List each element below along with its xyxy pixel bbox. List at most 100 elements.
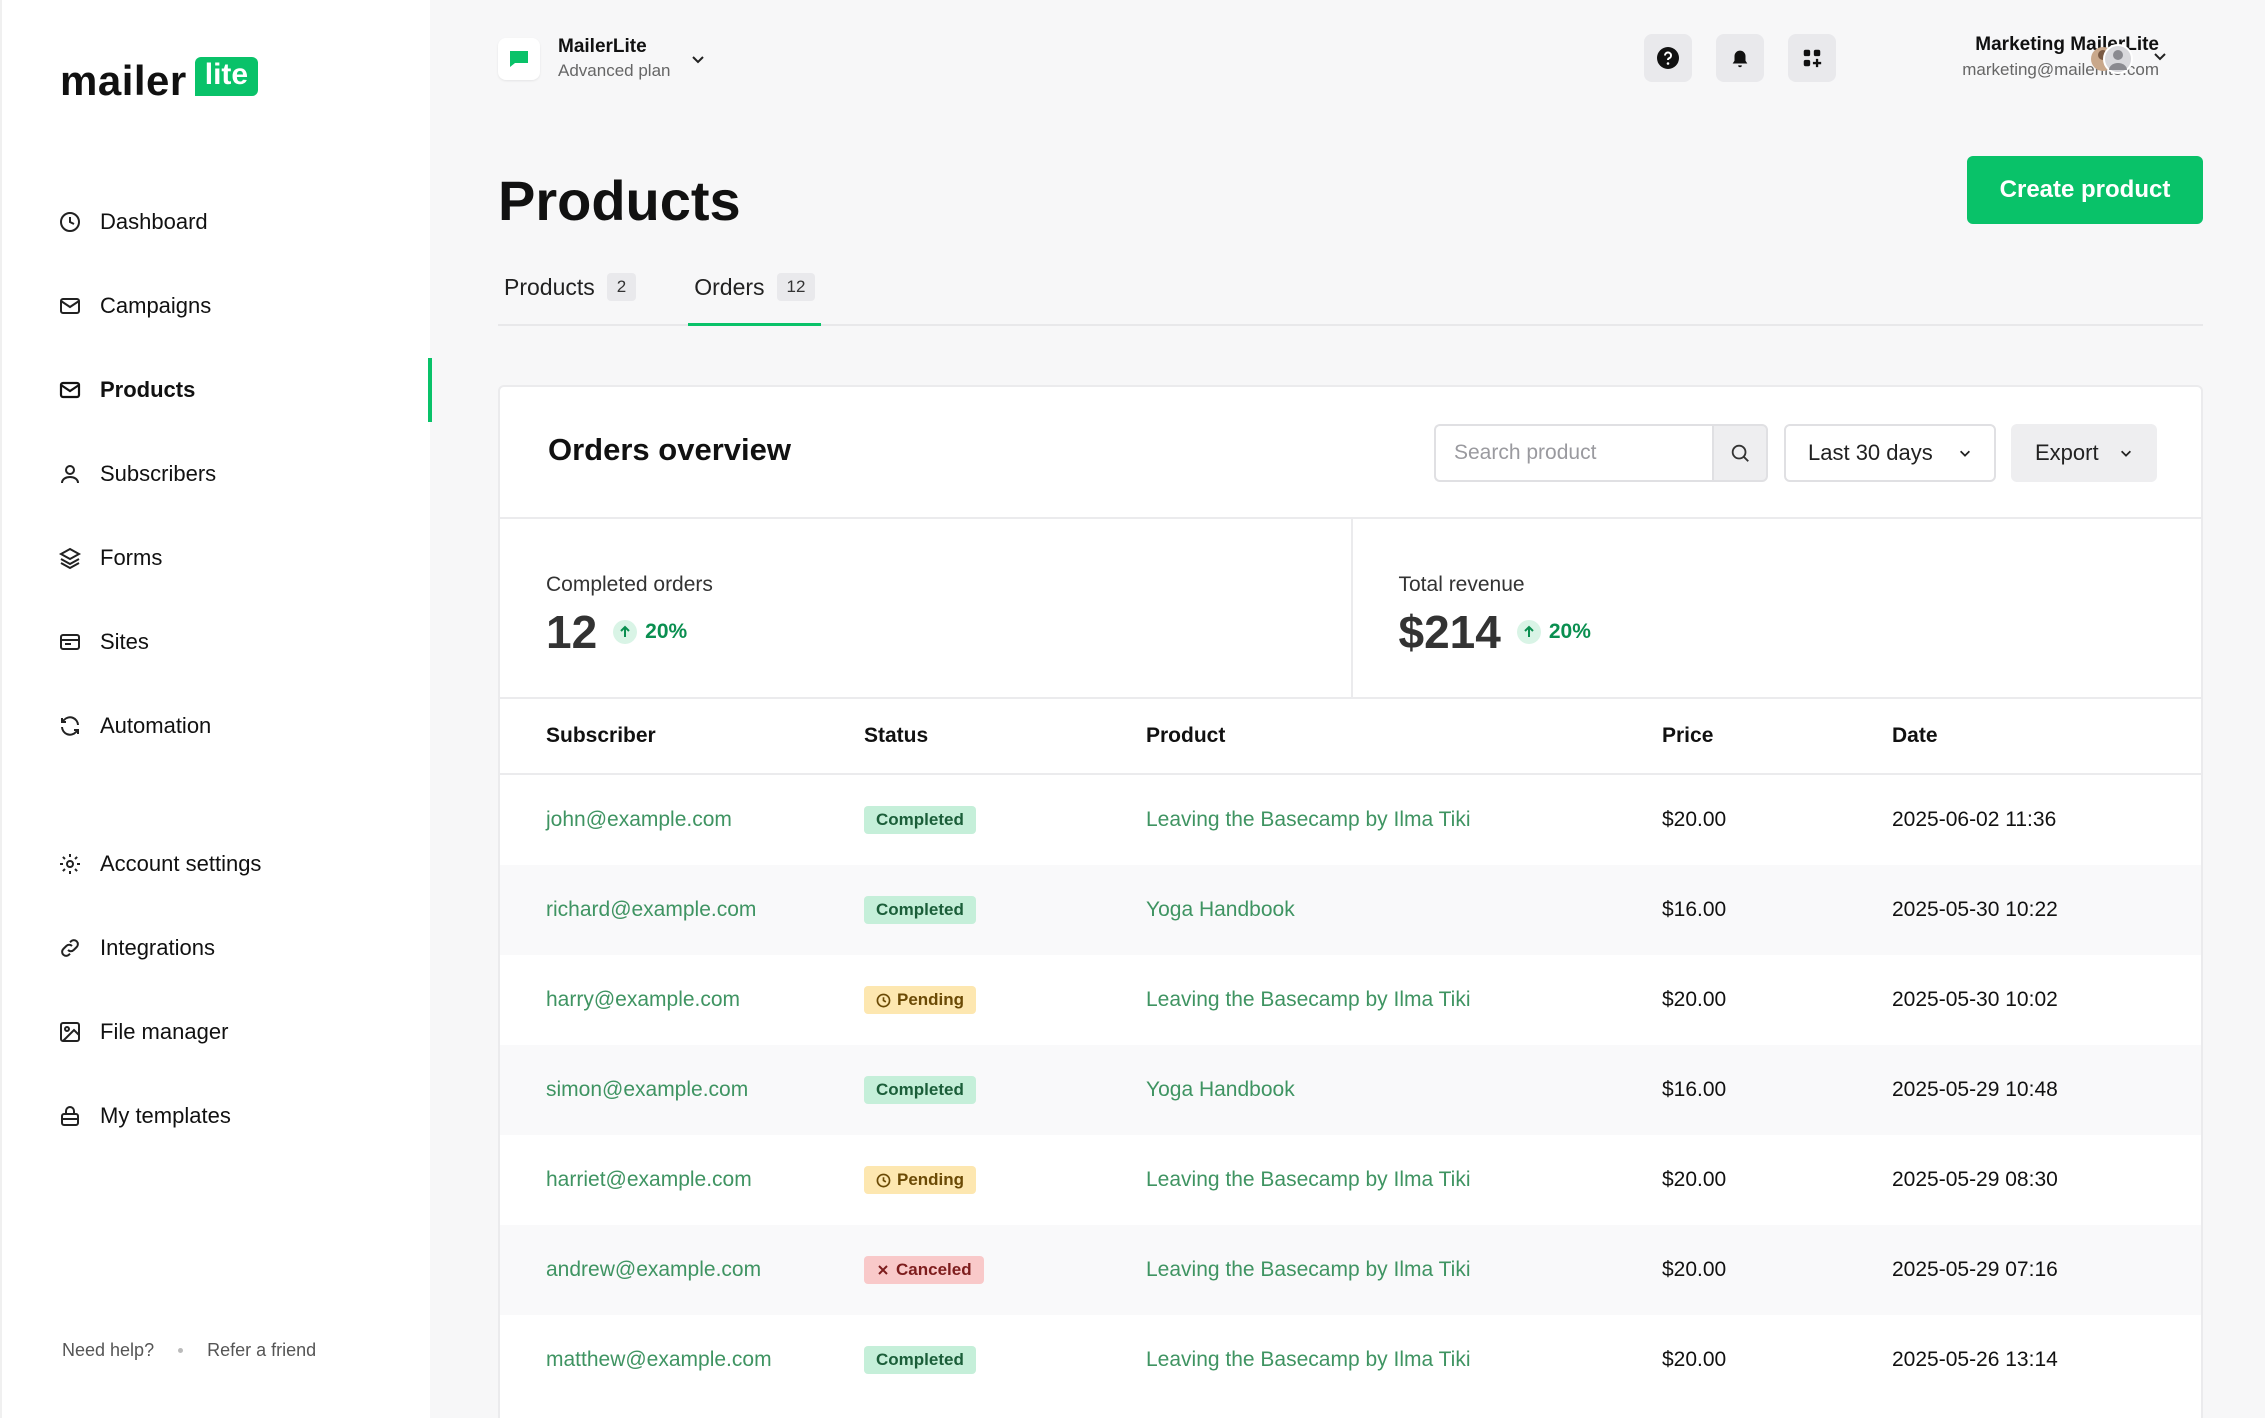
price-cell: $16.00 (1662, 898, 1727, 921)
clock-icon (876, 993, 891, 1007)
table-row[interactable]: harriet@example.com Pending Leaving the … (500, 1135, 2201, 1225)
sidebar-nav: Dashboard Campaigns Products Subscribers… (58, 180, 432, 1158)
separator-dot (178, 1348, 184, 1353)
product-link[interactable]: Leaving the Basecamp by Ilma Tiki (1146, 1348, 1662, 1372)
apps-button[interactable] (1788, 34, 1836, 82)
status-cell: Completed (864, 1076, 1146, 1104)
product-link[interactable]: Leaving the Basecamp by Ilma Tiki (1146, 1258, 1662, 1282)
arrow-up-icon (613, 620, 638, 644)
tabs: Products 2 Orders 12 (498, 250, 2203, 326)
table-row[interactable]: harry@example.com Pending Leaving the Ba… (500, 955, 2201, 1045)
chat-flag-icon (510, 50, 528, 67)
table-row[interactable]: simon@example.com Completed Yoga Handboo… (500, 1045, 2201, 1135)
subscriber-email[interactable]: andrew@example.com (500, 1258, 864, 1282)
subscriber-email[interactable]: richard@example.com (500, 898, 864, 922)
card-header: Orders overview Last 30 days Export (500, 387, 2201, 519)
subscriber-email[interactable]: matthew@example.com (500, 1348, 864, 1372)
column-header-date[interactable]: Date (1892, 724, 2201, 748)
tab-label: Products (504, 273, 595, 300)
date-cell: 2025-05-30 10:22 (1892, 898, 2058, 921)
refer-friend-link[interactable]: Refer a friend (207, 1340, 316, 1361)
sidebar-item-account-settings[interactable]: Account settings (58, 822, 432, 906)
refresh-icon (61, 716, 79, 736)
layers-icon (58, 547, 82, 570)
search-input[interactable] (1434, 424, 1712, 482)
subscriber-email[interactable]: harry@example.com (500, 988, 864, 1012)
status-badge: Completed (864, 896, 976, 924)
sidebar-item-file-manager[interactable]: File manager (58, 990, 432, 1074)
stat-values: $214 20% (1399, 605, 1591, 659)
logo-badge: lite (194, 57, 259, 96)
page-title: Products (498, 169, 741, 232)
sidebar-item-dashboard[interactable]: Dashboard (58, 180, 432, 264)
date-cell: 2025-05-26 13:14 (1892, 1348, 2058, 1371)
sidebar-item-label: My templates (100, 1103, 231, 1128)
product-link[interactable]: Leaving the Basecamp by Ilma Tiki (1146, 808, 1662, 832)
sidebar-item-subscribers[interactable]: Subscribers (58, 432, 432, 516)
top-icon-bar (1644, 34, 1860, 82)
subscriber-email[interactable]: john@example.com (500, 808, 864, 832)
avatar[interactable] (2090, 42, 2134, 76)
price-cell: $20.00 (1662, 1348, 1727, 1371)
sidebar-item-my-templates[interactable]: My templates (58, 1074, 432, 1158)
account-info: MailerLite Advanced plan (558, 36, 670, 81)
notifications-button[interactable] (1716, 34, 1764, 82)
search-box (1434, 424, 1768, 482)
status-badge: Completed (864, 1346, 976, 1374)
column-header-product[interactable]: Product (1146, 724, 1662, 748)
mailerlite-logo[interactable]: mailer lite (60, 57, 259, 104)
product-link[interactable]: Yoga Handbook (1146, 898, 1662, 922)
export-button[interactable]: Export (2011, 424, 2157, 482)
stat-value: 12 (546, 606, 598, 658)
table-row[interactable]: john@example.com Completed Leaving the B… (500, 775, 2201, 865)
sidebar-item-automation[interactable]: Automation (58, 684, 432, 768)
account-icon (498, 37, 540, 80)
tab-products[interactable]: Products 2 (498, 250, 642, 324)
subscriber-email[interactable]: harriet@example.com (500, 1168, 864, 1192)
column-header-price[interactable]: Price (1662, 724, 1892, 748)
status-text: Canceled (896, 1260, 972, 1279)
image-icon (60, 1022, 80, 1042)
stat-values: 12 20% (546, 605, 687, 659)
need-help-link[interactable]: Need help? (62, 1340, 154, 1361)
product-link[interactable]: Yoga Handbook (1146, 1078, 1662, 1102)
sidebar-item-campaigns[interactable]: Campaigns (58, 264, 432, 348)
account-switcher[interactable]: MailerLite Advanced plan (498, 36, 706, 81)
account-name: MailerLite (558, 36, 647, 57)
sidebar-item-sites[interactable]: Sites (58, 600, 432, 684)
product-link[interactable]: Leaving the Basecamp by Ilma Tiki (1146, 988, 1662, 1012)
tab-orders[interactable]: Orders 12 (688, 250, 822, 326)
table-row[interactable]: richard@example.com Completed Yoga Handb… (500, 865, 2201, 955)
sidebar-item-integrations[interactable]: Integrations (58, 906, 432, 990)
date-cell: 2025-05-29 08:30 (1892, 1168, 2058, 1191)
user-icon (61, 465, 79, 484)
stat-label: Total revenue (1398, 573, 1525, 596)
mail-icon (59, 381, 81, 399)
help-button[interactable] (1644, 34, 1692, 82)
question-icon (1657, 47, 1679, 69)
sidebar-item-products[interactable]: Products (58, 348, 432, 432)
create-product-button[interactable]: Create product (1967, 156, 2203, 224)
chevron-down-icon[interactable] (2152, 48, 2168, 64)
status-cell: Pending (864, 1166, 1146, 1194)
product-link[interactable]: Leaving the Basecamp by Ilma Tiki (1146, 1168, 1662, 1192)
status-badge: Pending (864, 1166, 977, 1194)
column-header-subscriber[interactable]: Subscriber (500, 724, 864, 748)
status-badge: Completed (864, 1076, 976, 1104)
logo-text: mailer (60, 57, 187, 104)
stat-delta-value: 20% (1548, 620, 1591, 643)
date-cell: 2025-06-02 11:36 (1892, 808, 2057, 831)
search-icon (1731, 444, 1749, 462)
table-row[interactable]: andrew@example.com Canceled Leaving the … (500, 1225, 2201, 1315)
table-row[interactable]: matthew@example.com Completed Leaving th… (500, 1315, 2201, 1405)
date-range-select[interactable]: Last 30 days (1784, 424, 1996, 482)
search-button[interactable] (1712, 424, 1768, 482)
column-header-status[interactable]: Status (864, 724, 1146, 748)
subscriber-email[interactable]: simon@example.com (500, 1078, 864, 1102)
tab-count: 2 (606, 273, 637, 301)
sidebar-item-label: Automation (100, 713, 212, 738)
account-plan: Advanced plan (558, 61, 671, 80)
sidebar: mailer lite Dashboard Campaigns Products… (0, 0, 432, 1418)
sidebar-item-forms[interactable]: Forms (58, 516, 432, 600)
